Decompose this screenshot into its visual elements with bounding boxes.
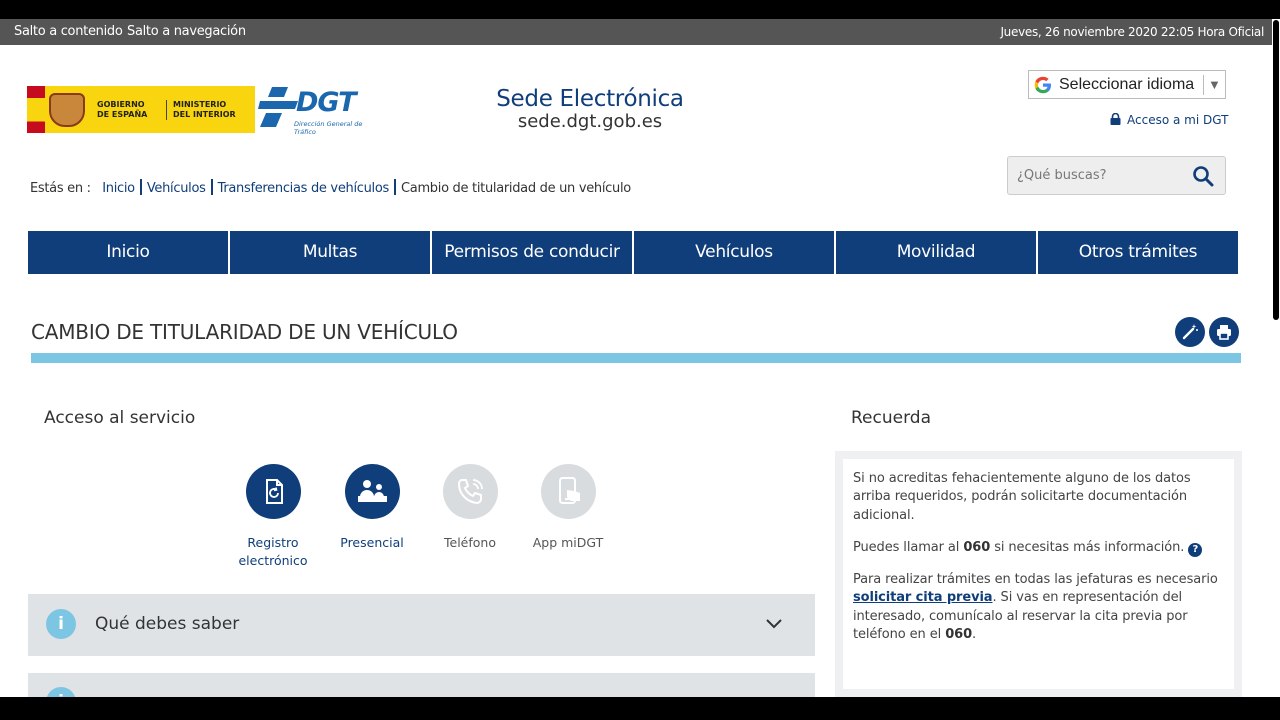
info-icon: i — [46, 687, 76, 697]
nav-item-otros[interactable]: Otros trámites — [1038, 231, 1238, 274]
text: Puedes llamar al — [853, 540, 964, 555]
ministerio-label: MINISTERIO DEL INTERIOR — [166, 100, 246, 120]
scrollbar-thumb[interactable] — [1273, 20, 1279, 320]
service-option-label: Presencial — [340, 535, 404, 550]
cita-previa-link[interactable]: solicitar cita previa — [853, 590, 993, 605]
print-button[interactable] — [1209, 317, 1239, 347]
dgt-subtitle: Dirección General de Tráfico — [294, 120, 363, 136]
title-underline — [31, 353, 1241, 363]
official-datetime: Jueves, 26 noviembre 2020 22:05 Hora Ofi… — [1000, 25, 1264, 39]
in-person-icon — [344, 464, 400, 519]
service-option-label: App miDGT — [532, 535, 604, 550]
search-icon[interactable] — [1192, 165, 1214, 187]
breadcrumb-prefix: Estás en : — [30, 181, 91, 196]
breadcrumb-vehiculos[interactable]: Vehículos — [147, 181, 206, 196]
gobierno-espana-logo[interactable]: GOBIERNO DE ESPAÑA MINISTERIO DEL INTERI… — [27, 86, 255, 133]
divider — [1203, 75, 1204, 95]
service-option-presencial[interactable]: Presencial — [322, 464, 422, 552]
accordion-next[interactable]: i — [28, 673, 815, 697]
breadcrumb-transferencias[interactable]: Transferencias de vehículos — [218, 181, 390, 196]
service-access-heading: Acceso al servicio — [44, 408, 196, 428]
page-title: CAMBIO DE TITULARIDAD DE UN VEHÍCULO — [31, 320, 458, 344]
skip-to-content-link[interactable]: Salto a contenido — [14, 19, 123, 45]
breadcrumb-inicio[interactable]: Inicio — [102, 181, 135, 196]
search-box — [1007, 156, 1226, 195]
access-my-dgt-link[interactable]: Acceso a mi DGT — [1110, 113, 1228, 127]
dgt-wordmark: DGT — [296, 87, 357, 118]
recuerda-heading: Recuerda — [851, 408, 931, 428]
search-input[interactable] — [1008, 157, 1188, 194]
browser-viewport: Salto a contenido Salto a navegación Jue… — [0, 19, 1272, 697]
accordion-que-debes-saber[interactable]: i Qué debes saber — [28, 594, 815, 656]
print-icon — [1217, 325, 1231, 340]
service-option-telefono[interactable]: Teléfono — [420, 464, 520, 552]
nav-item-movilidad[interactable]: Movilidad — [836, 231, 1036, 274]
service-option-app[interactable]: App miDGT — [518, 464, 618, 552]
nav-item-vehiculos[interactable]: Vehículos — [634, 231, 834, 274]
accordion-label: Qué debes saber — [95, 614, 240, 634]
breadcrumb-separator — [210, 179, 213, 195]
breadcrumb-separator — [139, 179, 142, 195]
recuerda-paragraph-2: Puedes llamar al 060 si necesitas más in… — [853, 539, 1228, 557]
service-option-label: Teléfono — [444, 535, 496, 550]
dropdown-arrow-icon: ▼ — [1208, 77, 1221, 92]
phone-icon — [442, 464, 498, 519]
phone-number: 060 — [963, 540, 991, 555]
info-icon: i — [46, 609, 76, 639]
gobierno-label: GOBIERNO DE ESPAÑA — [97, 100, 148, 119]
google-icon — [1034, 76, 1051, 94]
flag-strip — [27, 86, 45, 133]
nav-item-permisos[interactable]: Permisos de conducir — [432, 231, 632, 274]
breadcrumb-current: Cambio de titularidad de un vehículo — [401, 181, 631, 196]
access-my-dgt-label: Acceso a mi DGT — [1127, 113, 1229, 127]
dgt-logo[interactable]: DGT Dirección General de Tráfico — [258, 83, 368, 141]
document-refresh-icon — [245, 464, 301, 519]
breadcrumb-separator — [394, 179, 396, 195]
utility-bar: Salto a contenido Salto a navegación Jue… — [0, 19, 1272, 45]
service-option-registro[interactable]: Registro electrónico — [223, 464, 323, 570]
dgt-cross-icon — [258, 87, 298, 127]
recuerda-paragraph-1: Si no acreditas fehacientemente alguno d… — [853, 471, 1191, 523]
breadcrumb: Estás en : Inicio Vehículos Transferencias… — [30, 179, 631, 196]
mobile-app-icon — [540, 464, 596, 519]
nav-item-inicio[interactable]: Inicio — [28, 231, 228, 274]
chevron-down-icon — [766, 619, 782, 629]
language-select-label: Seleccionar idioma — [1059, 76, 1195, 93]
language-select[interactable]: Seleccionar idioma ▼ — [1028, 70, 1226, 99]
site-title: Sede Electrónica — [496, 86, 684, 112]
help-icon[interactable]: ? — [1188, 543, 1203, 557]
accessibility-button[interactable] — [1175, 317, 1205, 347]
site-url: sede.dgt.gob.es — [517, 111, 663, 132]
main-navigation: Inicio Multas Permisos de conducir Vehíc… — [28, 231, 1238, 274]
magic-wand-icon — [1182, 324, 1198, 340]
lock-icon — [1110, 113, 1121, 125]
coat-of-arms-icon — [49, 93, 85, 127]
recuerda-paragraph-3: Para realizar trámites en todas las jefa… — [853, 571, 1228, 644]
text: . — [972, 626, 977, 642]
nav-item-multas[interactable]: Multas — [230, 231, 430, 274]
skip-to-navigation-link[interactable]: Salto a navegación — [127, 19, 246, 45]
service-option-label: Registro electrónico — [238, 535, 308, 568]
text: Para realizar trámites en todas las jefa… — [853, 572, 1218, 587]
text: si necesitas más información. — [990, 540, 1185, 555]
phone-number: 060 — [945, 626, 973, 642]
